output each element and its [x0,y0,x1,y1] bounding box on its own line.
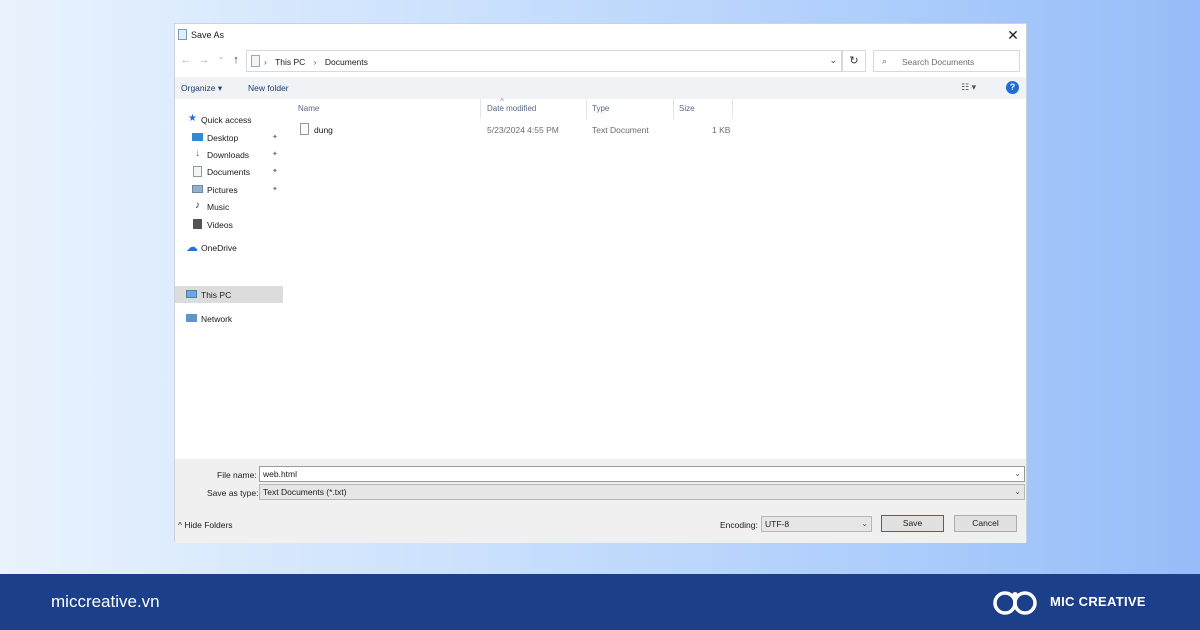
sidebar-item-label: Downloads [207,150,250,160]
address-row: ← → ⌄ ↑ › This PC › Documents ⌄ ↻ ⌕ Sear… [175,48,1026,74]
encoding-label: Encoding: [720,520,758,530]
breadcrumb-this-pc[interactable]: This PC [275,57,305,67]
dialog-title: Save As [191,30,225,40]
column-header-name[interactable]: Name [298,104,319,113]
desktop-icon [192,133,203,141]
save-as-type-select[interactable]: Text Documents (*.txt) ⌄ [259,484,1025,500]
sidebar-item-network[interactable]: Network [175,310,283,327]
sidebar-item-label: Network [201,314,233,324]
column-header-type[interactable]: Type [592,104,609,113]
save-button[interactable]: Save [881,515,944,532]
up-icon[interactable]: ↑ [229,54,243,66]
notepad-icon [178,29,187,40]
sidebar-item-onedrive[interactable]: ☁ OneDrive [175,239,283,256]
chevron-down-icon: ⌄ [1014,487,1021,496]
sidebar-item-pictures[interactable]: Pictures ✦ [175,181,283,198]
downloads-icon: ↓ [195,148,200,159]
organize-button[interactable]: Organize ▾ [181,83,222,94]
file-name-value: web.html [263,469,298,479]
search-input[interactable]: ⌕ Search Documents [873,50,1020,72]
file-date-modified: 5/23/2024 4:55 PM [487,125,559,135]
file-name-label: File name: [217,470,257,480]
brand-name: MIC CREATIVE [1050,594,1146,609]
address-bar[interactable]: › This PC › Documents ⌄ [246,50,842,72]
pin-icon: ✦ [272,151,278,158]
chevron-down-icon[interactable]: ⌄ [829,55,837,66]
view-options-icon[interactable]: ☷ ▾ [961,82,976,93]
save-as-dialog: Save As ✕ ← → ⌄ ↑ › This PC › Documents … [174,23,1027,543]
new-folder-button[interactable]: New folder [248,83,289,93]
breadcrumb-separator: › [264,57,267,67]
save-as-type-value: Text Documents (*.txt) [263,487,347,497]
pin-icon: ✦ [272,168,278,175]
sidebar-item-videos[interactable]: Videos [175,216,283,233]
sidebar-item-label: Desktop [207,133,239,143]
search-icon: ⌕ [882,56,888,66]
pin-icon: ✦ [272,134,278,141]
column-divider[interactable] [732,99,733,119]
hide-folders-label: Hide Folders [184,520,233,530]
network-icon [186,314,197,322]
save-form: File name: web.html ⌄ Save as type: Text… [175,459,1026,543]
encoding-select[interactable]: UTF-8 ⌄ [761,516,872,532]
videos-icon [193,219,202,229]
documents-icon [193,166,202,177]
column-headers: ^ Name Date modified Type Size [290,97,735,119]
column-divider[interactable] [480,99,481,119]
computer-icon [186,290,197,298]
help-icon[interactable]: ? [1006,81,1019,94]
sidebar-item-label: OneDrive [201,243,237,253]
back-icon[interactable]: ← [179,54,193,66]
command-bar: Organize ▾ New folder ☷ ▾ ? [175,77,1026,99]
column-header-date-modified[interactable]: Date modified [487,104,536,113]
sidebar-item-label: Documents [207,167,250,177]
column-divider[interactable] [586,99,587,119]
search-placeholder: Search Documents [902,57,975,67]
sidebar-item-label: This PC [201,290,232,300]
pictures-icon [192,185,203,193]
sidebar-item-documents[interactable]: Documents ✦ [175,163,283,180]
music-icon: ♪ [195,200,200,211]
cloud-icon: ☁ [186,240,198,254]
hide-folders-button[interactable]: ^ Hide Folders [178,520,233,530]
sidebar-item-label: Quick access [201,115,252,125]
file-size: 1 KB [712,125,731,135]
forward-icon[interactable]: → [197,54,211,66]
sidebar-item-desktop[interactable]: Desktop ✦ [175,129,283,146]
chevron-up-icon: ^ [178,520,182,530]
title-bar: Save As ✕ [175,24,1026,46]
file-name-field[interactable]: web.html ⌄ [259,466,1025,482]
column-divider[interactable] [673,99,674,119]
save-as-type-label: Save as type: [207,488,259,498]
breadcrumb-documents[interactable]: Documents [325,57,368,67]
recent-locations-icon[interactable]: ⌄ [214,52,228,61]
cancel-button[interactable]: Cancel [954,515,1017,532]
file-name: dung [314,125,333,135]
pin-icon: ✦ [272,186,278,193]
this-pc-icon [251,55,260,67]
breadcrumb: › This PC › Documents [264,57,374,67]
text-file-icon [300,123,309,135]
refresh-button[interactable]: ↻ [842,50,866,72]
sidebar-item-label: Pictures [207,185,238,195]
column-header-size[interactable]: Size [679,104,695,113]
sidebar-item-quick-access[interactable]: ★ Quick access [175,111,283,128]
sidebar-item-label: Music [207,202,230,212]
navigation-pane: ★ Quick access Desktop ✦ ↓ Downloads ✦ D… [175,99,283,459]
sidebar-item-label: Videos [207,220,233,230]
brand-logo-icon [993,591,1037,615]
star-icon: ★ [188,113,197,124]
chevron-down-icon: ⌄ [861,519,868,528]
breadcrumb-separator: › [313,57,317,67]
sidebar-item-this-pc[interactable]: This PC [175,286,283,303]
footer-banner: miccreative.vn MIC CREATIVE [0,574,1200,630]
sidebar-item-music[interactable]: ♪ Music [175,198,283,215]
sidebar-item-downloads[interactable]: ↓ Downloads ✦ [175,146,283,163]
table-row[interactable]: dung 5/23/2024 4:55 PM Text Document 1 K… [290,121,735,138]
encoding-value: UTF-8 [765,519,790,529]
chevron-down-icon[interactable]: ⌄ [1014,467,1021,481]
footer-url: miccreative.vn [51,592,160,611]
close-button[interactable]: ✕ [1000,24,1026,46]
file-type: Text Document [592,125,649,135]
